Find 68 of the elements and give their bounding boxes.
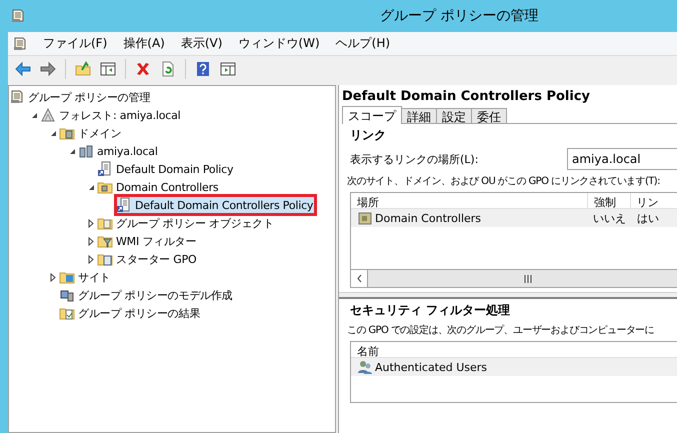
table-row[interactable]: Authenticated Users: [351, 358, 677, 376]
column-header[interactable]: リン: [630, 193, 677, 208]
ou-icon: [357, 210, 373, 226]
horizontal-scrollbar[interactable]: [351, 269, 677, 287]
tab[interactable]: 委任: [471, 108, 507, 123]
window-title: グループ ポリシーの管理: [380, 7, 538, 25]
tree-item[interactable]: フォレスト: amiya.local: [40, 106, 182, 124]
tree-item[interactable]: グループ ポリシーの結果: [59, 304, 202, 322]
tab[interactable]: 設定: [436, 108, 472, 123]
document-link-icon: [97, 161, 113, 177]
tree-item[interactable]: サイト: [59, 268, 112, 286]
tree-item[interactable]: グループ ポリシーのモデル作成: [59, 286, 234, 304]
expanded-arrow-icon[interactable]: [49, 129, 57, 137]
collapsed-arrow-icon[interactable]: [87, 254, 95, 264]
server-icon: [78, 143, 94, 159]
folder-up-icon: [75, 61, 91, 77]
table-cell: Domain Controllers: [375, 212, 482, 224]
location-field[interactable]: amiya.local: [567, 148, 677, 170]
document-link-icon: [116, 197, 132, 213]
expanded-arrow-icon[interactable]: [87, 183, 95, 191]
table-row[interactable]: Domain Controllers いいえ はい: [351, 209, 677, 227]
section-heading: セキュリティ フィルター処理: [350, 302, 512, 319]
back-arrow-icon: [15, 61, 31, 77]
forward-arrow-icon: [40, 61, 56, 77]
menu-item[interactable]: ファイル(F): [42, 35, 108, 52]
tree-item[interactable]: グループ ポリシーの管理: [9, 88, 152, 106]
column-header[interactable]: 強制: [588, 193, 631, 208]
console-icon: [9, 89, 25, 105]
description-text: 次のサイト、ドメイン、および OU がこの GPO にリンクされています(T):: [347, 175, 660, 188]
tree-item[interactable]: グループ ポリシー オブジェクト: [97, 214, 276, 232]
collapsed-arrow-icon[interactable]: [87, 236, 95, 246]
column-header[interactable]: 場所: [351, 193, 588, 208]
app-icon: [10, 8, 26, 24]
column-header[interactable]: 名前: [351, 342, 677, 357]
tree-item[interactable]: スターター GPO: [97, 250, 199, 268]
expanded-arrow-icon[interactable]: [68, 147, 76, 155]
menu-item[interactable]: ウィンドウ(W): [237, 35, 321, 52]
table-cell: はい: [636, 210, 659, 226]
tree-item[interactable]: Default Domain Policy: [97, 160, 236, 178]
collapsed-arrow-icon[interactable]: [87, 218, 95, 228]
show-pane-icon: [100, 61, 116, 77]
collapsed-arrow-icon[interactable]: [49, 272, 57, 282]
triangle-icon: [40, 107, 56, 123]
menu-item[interactable]: ヘルプ(H): [334, 35, 392, 52]
table-cell: Authenticated Users: [375, 360, 488, 374]
tab[interactable]: 詳細: [401, 108, 437, 123]
tree-item[interactable]: Domain Controllers: [97, 178, 220, 196]
menu-item[interactable]: 表示(V): [180, 35, 224, 52]
menu-item[interactable]: 操作(A): [122, 35, 166, 52]
description-text: この GPO での設定は、次のグループ、ユーザーおよびコンピューターに: [347, 324, 654, 337]
tree-item[interactable]: Default Domain Controllers Policy: [116, 196, 316, 214]
expanded-arrow-icon[interactable]: [30, 111, 38, 119]
field-label: 表示するリンクの場所(L):: [350, 152, 478, 166]
tab[interactable]: スコープ: [342, 106, 402, 124]
tree-item[interactable]: ドメイン: [59, 124, 124, 142]
delete-icon: [135, 61, 151, 77]
grip-icon: [524, 274, 532, 282]
tree-item[interactable]: WMI フィルター: [97, 232, 198, 250]
users-icon: [357, 359, 373, 375]
app-icon: [12, 36, 28, 52]
refresh-icon: [160, 61, 176, 77]
table-cell: いいえ: [592, 210, 626, 226]
splitter[interactable]: [339, 292, 677, 299]
help-icon: [195, 61, 211, 77]
details-title: Default Domain Controllers Policy: [342, 89, 592, 104]
tree-item[interactable]: amiya.local: [78, 142, 160, 160]
section-heading: リンク: [350, 127, 387, 144]
show-action-pane-icon: [220, 61, 236, 77]
